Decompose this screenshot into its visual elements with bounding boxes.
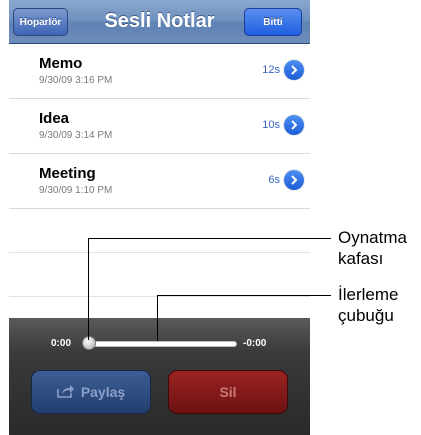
memo-duration: 10s xyxy=(262,119,280,131)
playhead-callout-line1: Oynatma xyxy=(338,228,407,247)
memo-title: Memo xyxy=(39,55,83,72)
list-item[interactable]: Idea 9/30/09 3:14 PM 10s xyxy=(9,99,310,154)
playhead-callout-stem xyxy=(88,238,89,340)
disclosure-icon[interactable] xyxy=(284,60,304,80)
memo-duration: 12s xyxy=(262,64,280,76)
playhead-callout: Oynatma kafası xyxy=(338,227,407,269)
list-item[interactable]: Meeting 9/30/09 1:10 PM 6s xyxy=(9,154,310,209)
memo-list: Memo 9/30/09 3:16 PM 12s Idea 9/30/09 3:… xyxy=(9,44,310,341)
playhead[interactable] xyxy=(82,336,96,350)
nav-bar: Hoparlör Sesli Notlar Bitti xyxy=(9,0,310,44)
memo-date: 9/30/09 3:14 PM xyxy=(39,130,113,141)
scrubber-callout-line2: çubuğu xyxy=(338,306,394,325)
scrubber-callout-line1: İlerleme xyxy=(338,285,399,304)
playhead-callout-line2: kafası xyxy=(338,249,384,268)
share-button[interactable]: Paylaş xyxy=(31,370,151,414)
share-icon xyxy=(57,384,75,401)
elapsed-time: 0:00 xyxy=(51,338,72,349)
scrubber-callout-line xyxy=(157,295,331,296)
done-button[interactable]: Bitti xyxy=(244,8,302,36)
share-label: Paylaş xyxy=(80,384,126,400)
memo-duration: 6s xyxy=(268,174,280,186)
memo-date: 9/30/09 3:16 PM xyxy=(39,75,113,86)
disclosure-icon[interactable] xyxy=(284,115,304,135)
empty-row xyxy=(9,209,310,253)
delete-button[interactable]: Sil xyxy=(168,370,288,414)
scrubber-callout-stem xyxy=(157,295,158,341)
memo-title: Meeting xyxy=(39,165,96,182)
playhead-callout-line xyxy=(88,238,331,239)
memo-title: Idea xyxy=(39,110,70,127)
list-item[interactable]: Memo 9/30/09 3:16 PM 12s xyxy=(9,44,310,99)
disclosure-icon[interactable] xyxy=(284,170,304,190)
scrubber-bar[interactable] xyxy=(85,341,237,347)
memo-date: 9/30/09 1:10 PM xyxy=(39,185,113,196)
voice-memos-screen: Hoparlör Sesli Notlar Bitti Memo 9/30/09… xyxy=(9,0,310,435)
player-bar: 0:00 -0:00 Paylaş Sil xyxy=(9,318,310,435)
empty-row xyxy=(9,253,310,297)
remaining-time: -0:00 xyxy=(243,338,267,349)
scrubber-callout: İlerleme çubuğu xyxy=(338,284,398,326)
